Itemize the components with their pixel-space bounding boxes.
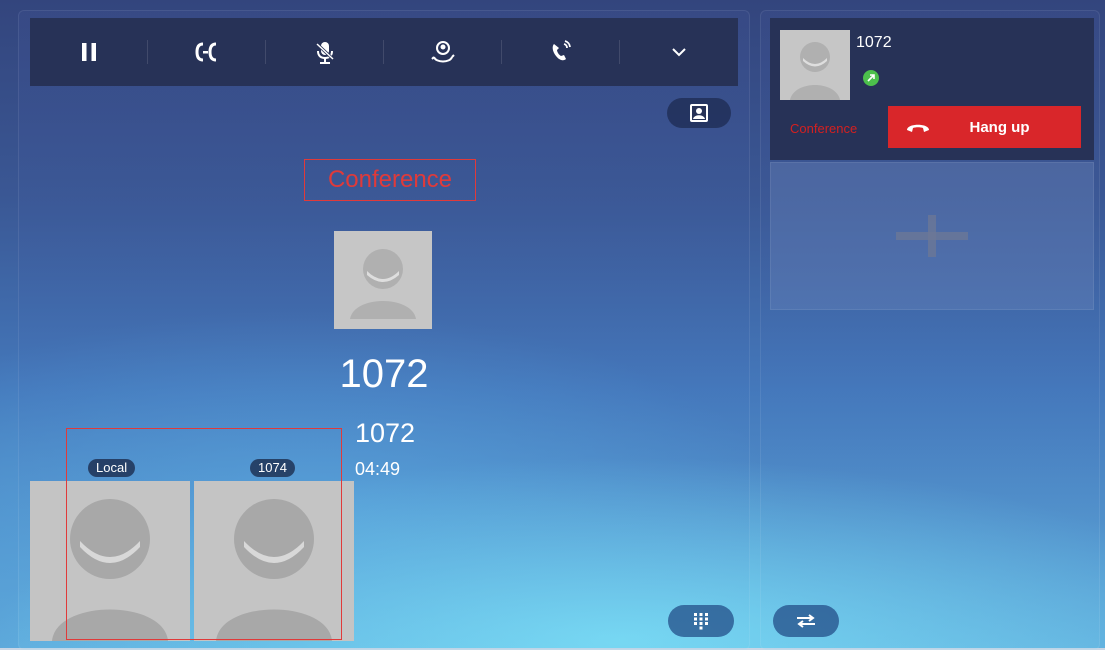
contacts-button[interactable] xyxy=(667,98,731,128)
local-video-label: Local xyxy=(88,459,136,477)
default-avatar-icon xyxy=(30,481,190,641)
call-mode-label: Conference xyxy=(304,159,476,201)
hang-up-button[interactable]: Hang up xyxy=(888,106,1081,148)
contact-card-icon xyxy=(690,104,708,122)
default-avatar-icon xyxy=(334,231,432,329)
speaker-phone-icon xyxy=(552,40,571,61)
conference-button[interactable] xyxy=(384,18,502,86)
remote-video-tile[interactable] xyxy=(194,481,354,641)
hold-button[interactable] xyxy=(30,18,148,86)
dialpad-icon xyxy=(694,613,708,630)
call-card-mode-label: Conference xyxy=(790,121,858,136)
local-video-tile[interactable] xyxy=(30,481,190,641)
call-transfer-icon xyxy=(195,42,217,62)
outgoing-call-icon xyxy=(863,70,879,86)
caller-avatar xyxy=(334,231,432,329)
swap-arrows-icon xyxy=(797,614,815,628)
hang-up-label: Hang up xyxy=(969,118,1030,136)
default-avatar-icon xyxy=(780,30,850,100)
call-card-name: 1072 xyxy=(856,34,892,51)
add-participant-icon xyxy=(431,41,455,63)
caller-number: 1072 xyxy=(354,418,416,448)
volume-button[interactable] xyxy=(502,18,620,86)
mute-button[interactable] xyxy=(266,18,384,86)
mute-mic-icon xyxy=(315,42,335,64)
call-toolbar xyxy=(30,18,738,86)
pause-icon xyxy=(82,43,96,61)
active-call-card[interactable]: 1072 Conference Hang up xyxy=(770,18,1094,160)
caller-display-name: 1072 xyxy=(339,352,429,396)
chevron-down-icon xyxy=(672,48,686,57)
hang-up-icon xyxy=(898,120,938,134)
remote-video-label: 1074 xyxy=(250,459,295,477)
swap-calls-button[interactable] xyxy=(773,605,839,637)
plus-icon xyxy=(896,215,968,257)
transfer-button[interactable] xyxy=(148,18,266,86)
more-button[interactable] xyxy=(620,18,738,86)
dialpad-button[interactable] xyxy=(668,605,734,637)
call-timer: 04:49 xyxy=(355,459,401,479)
call-card-avatar xyxy=(780,30,850,100)
add-call-button[interactable] xyxy=(770,162,1094,310)
default-avatar-icon xyxy=(194,481,354,641)
